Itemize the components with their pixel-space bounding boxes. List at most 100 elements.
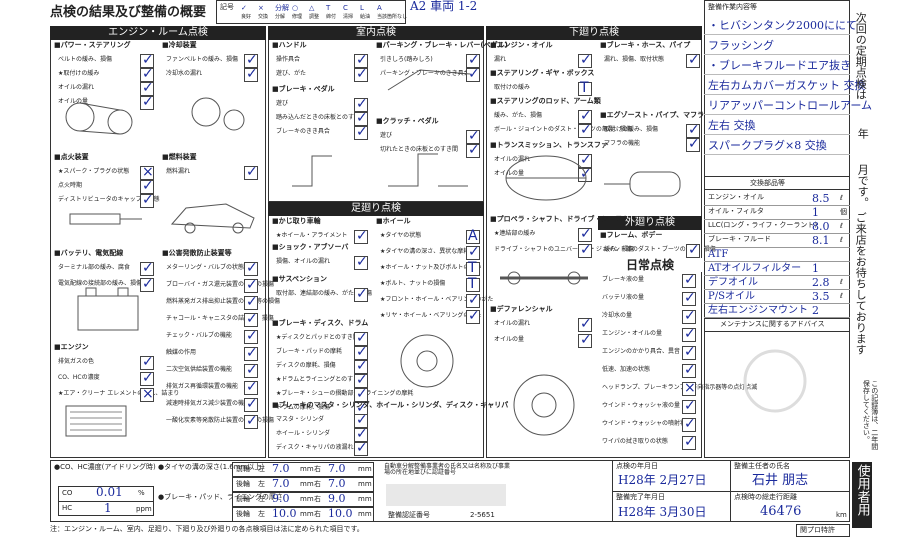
check-mark: ✓ xyxy=(580,226,592,242)
check-box[interactable]: ✓ xyxy=(354,125,368,140)
check-mark: ✓ xyxy=(356,412,368,428)
check-item-label: オイルの漏れ xyxy=(494,320,531,327)
hc-label: HC xyxy=(62,504,73,512)
work-rule xyxy=(704,94,850,95)
check-box[interactable]: × xyxy=(682,381,696,396)
parking-brake-illustration xyxy=(387,69,471,91)
check-box[interactable]: ✓ xyxy=(682,435,696,450)
check-box[interactable]: ✓ xyxy=(244,165,258,180)
check-box[interactable]: ✓ xyxy=(466,309,480,324)
check-box[interactable]: ✓ xyxy=(682,327,696,342)
check-item-label: ブレーキのきき具合 xyxy=(276,128,330,135)
legend-symbol: A xyxy=(377,4,382,12)
cert-number: 2-5651 xyxy=(470,511,495,519)
check-mark: ✓ xyxy=(246,260,258,276)
check-box[interactable]: ✓ xyxy=(466,245,480,260)
check-box[interactable]: ✓ xyxy=(686,52,700,68)
daily-item-label: 低速、加速の状態 xyxy=(602,366,651,373)
measure-right-value: 9.0 xyxy=(328,492,346,505)
check-item-label: メターリング・バルブの状態 xyxy=(166,264,245,271)
check-item-label: 損傷、オイルの漏れ xyxy=(276,258,331,265)
check-box[interactable]: ✓ xyxy=(682,399,696,414)
check-box[interactable]: ✓ xyxy=(244,312,258,327)
done-label: 整備完了年月日 xyxy=(616,493,665,501)
work-line: スパークプラグ×8 交換 xyxy=(708,139,827,152)
check-item-label: ★取付けの緩み xyxy=(58,70,100,77)
check-box[interactable]: ✓ xyxy=(244,260,258,276)
check-item-label: チェック・バルブの機能 xyxy=(166,332,232,339)
check-box[interactable]: ✓ xyxy=(686,242,700,258)
check-box[interactable]: ✓ xyxy=(682,345,696,360)
under-steering_gear-title: ■ステアリング・ギヤ・ボックス xyxy=(490,69,595,77)
check-mark: ✓ xyxy=(246,345,258,361)
check-box[interactable]: ✓ xyxy=(578,226,592,242)
check-box[interactable]: ✓ xyxy=(578,52,592,68)
check-box[interactable]: ✓ xyxy=(686,137,700,152)
check-box[interactable]: T xyxy=(466,277,480,292)
side-left-label: 左 xyxy=(258,510,265,518)
check-box[interactable]: A xyxy=(466,228,480,244)
check-mark: ✓ xyxy=(246,294,258,310)
check-box[interactable]: ✓ xyxy=(578,316,592,332)
check-box[interactable]: ✓ xyxy=(578,333,592,348)
legend-symbol: ○ xyxy=(292,4,299,12)
check-mark: ✓ xyxy=(580,52,592,68)
check-box[interactable]: ✓ xyxy=(354,67,368,82)
check-box[interactable]: ✓ xyxy=(140,261,154,276)
check-box[interactable]: ✓ xyxy=(466,293,480,308)
check-mark: ✓ xyxy=(142,370,154,386)
measure-right-value: 10.0 xyxy=(328,507,353,520)
check-item-label: オイルの漏れ xyxy=(58,84,95,91)
check-mark: ✓ xyxy=(688,242,700,258)
bottom-divider-3 xyxy=(612,491,850,492)
check-mark: ✓ xyxy=(356,96,368,112)
odometer-value: 46476 xyxy=(760,504,802,519)
part-unit: 個 xyxy=(840,208,847,216)
side-note: この記録簿は、二年間保存してください。 xyxy=(862,380,879,450)
part-name: ATオイルフィルター xyxy=(708,263,802,274)
check-box[interactable]: ✓ xyxy=(140,370,154,386)
check-mark: ✓ xyxy=(356,372,368,388)
check-box[interactable]: ✓ xyxy=(140,355,154,370)
check-box[interactable]: ✓ xyxy=(682,291,696,306)
check-box[interactable]: ✓ xyxy=(354,229,368,244)
check-box[interactable]: ✓ xyxy=(244,345,258,361)
engine-battery-title: ■バッテリ、電気配線 xyxy=(54,249,124,257)
check-mark: A xyxy=(468,228,478,244)
check-box[interactable]: ✓ xyxy=(244,397,258,412)
legend-text: 給油 xyxy=(360,14,371,20)
check-box[interactable]: T xyxy=(578,81,592,96)
axle-label: 後輪 xyxy=(236,510,250,518)
check-box[interactable]: ✓ xyxy=(244,380,258,395)
check-mark: ✓ xyxy=(356,52,368,68)
check-box[interactable]: ✓ xyxy=(244,329,258,344)
mm-unit: mm xyxy=(358,465,372,473)
user-copy-label: 使用者用 xyxy=(852,462,872,528)
work-rule xyxy=(704,154,850,155)
legend-text: 当該箇所なし xyxy=(377,14,408,20)
work-line: フラッシング xyxy=(708,39,774,52)
check-box[interactable]: ✓ xyxy=(682,309,696,324)
check-box[interactable]: ✓ xyxy=(244,363,258,378)
check-box[interactable]: ✓ xyxy=(354,287,368,302)
check-box[interactable]: ✓ xyxy=(682,363,696,378)
check-mark: ✓ xyxy=(688,52,700,68)
cabin-parking-title: ■パーキング・ブレーキ・レバー(ペダル) xyxy=(376,41,508,49)
check-box[interactable]: ✓ xyxy=(244,278,258,293)
daily-item-label: ウインド・ウォッシャ液の量 xyxy=(602,402,681,409)
check-box[interactable]: ✓ xyxy=(354,441,368,456)
check-box[interactable]: ✓ xyxy=(354,255,368,270)
check-box[interactable]: ✓ xyxy=(244,414,258,429)
under-engine_oil-title: ■エンジン・オイル xyxy=(490,41,553,49)
co-hc-label: ●CO、HC濃度(アイドリング時) xyxy=(54,463,156,471)
check-box[interactable]: ✓ xyxy=(578,123,592,138)
check-box[interactable]: ✓ xyxy=(244,294,258,310)
check-mark: ✓ xyxy=(580,316,592,332)
engine-ignition-title: ■点火装置 xyxy=(54,153,89,161)
check-box[interactable]: ✓ xyxy=(244,67,258,82)
check-box[interactable]: ✓ xyxy=(682,417,696,432)
check-box[interactable]: T xyxy=(466,261,480,276)
part-qty: 1 xyxy=(812,262,819,275)
check-item-label: ファンベルトの緩み、損傷 xyxy=(166,56,239,63)
check-box[interactable]: ✓ xyxy=(682,273,696,288)
